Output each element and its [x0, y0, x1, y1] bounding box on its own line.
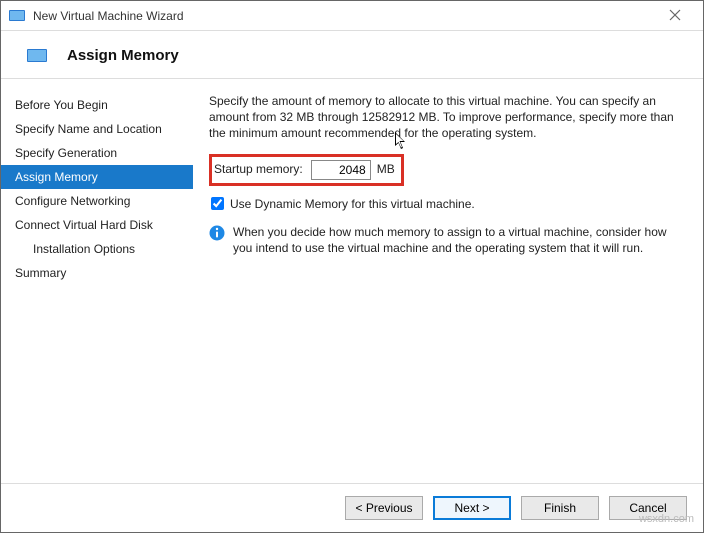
page-title: Assign Memory: [67, 47, 179, 64]
dynamic-memory-row: Use Dynamic Memory for this virtual mach…: [209, 196, 683, 212]
finish-button[interactable]: Finish: [521, 496, 599, 520]
main-panel: Specify the amount of memory to allocate…: [193, 79, 703, 483]
startup-memory-label: Startup memory:: [214, 161, 303, 177]
sidebar: Before You Begin Specify Name and Locati…: [1, 79, 193, 483]
close-icon: [669, 9, 681, 21]
step-installation-options[interactable]: Installation Options: [1, 237, 193, 261]
watermark: wsxdn.com: [639, 513, 694, 525]
footer: < Previous Next > Finish Cancel: [1, 483, 703, 532]
step-summary[interactable]: Summary: [1, 261, 193, 285]
startup-memory-row: Startup memory: MB: [209, 154, 404, 186]
window-title: New Virtual Machine Wizard: [33, 9, 655, 23]
previous-button[interactable]: < Previous: [345, 496, 423, 520]
dynamic-memory-checkbox[interactable]: [211, 197, 224, 210]
titlebar: New Virtual Machine Wizard: [1, 1, 703, 31]
info-row: When you decide how much memory to assig…: [209, 224, 683, 256]
info-icon: [209, 225, 225, 241]
app-icon: [9, 8, 25, 24]
step-specify-generation[interactable]: Specify Generation: [1, 141, 193, 165]
wizard-header: Assign Memory: [1, 31, 703, 79]
memory-unit: MB: [377, 161, 395, 177]
monitor-icon: [27, 49, 47, 63]
description-text: Specify the amount of memory to allocate…: [209, 93, 683, 142]
close-button[interactable]: [655, 8, 695, 24]
info-text: When you decide how much memory to assig…: [233, 224, 683, 256]
step-connect-vhd[interactable]: Connect Virtual Hard Disk: [1, 213, 193, 237]
step-configure-networking[interactable]: Configure Networking: [1, 189, 193, 213]
step-assign-memory[interactable]: Assign Memory: [1, 165, 193, 189]
startup-memory-input[interactable]: [311, 160, 371, 180]
dynamic-memory-label: Use Dynamic Memory for this virtual mach…: [230, 196, 475, 212]
step-before-you-begin[interactable]: Before You Begin: [1, 93, 193, 117]
step-specify-name-location[interactable]: Specify Name and Location: [1, 117, 193, 141]
wizard-window: New Virtual Machine Wizard Assign Memory…: [0, 0, 704, 533]
next-button[interactable]: Next >: [433, 496, 511, 520]
wizard-body: Before You Begin Specify Name and Locati…: [1, 79, 703, 483]
